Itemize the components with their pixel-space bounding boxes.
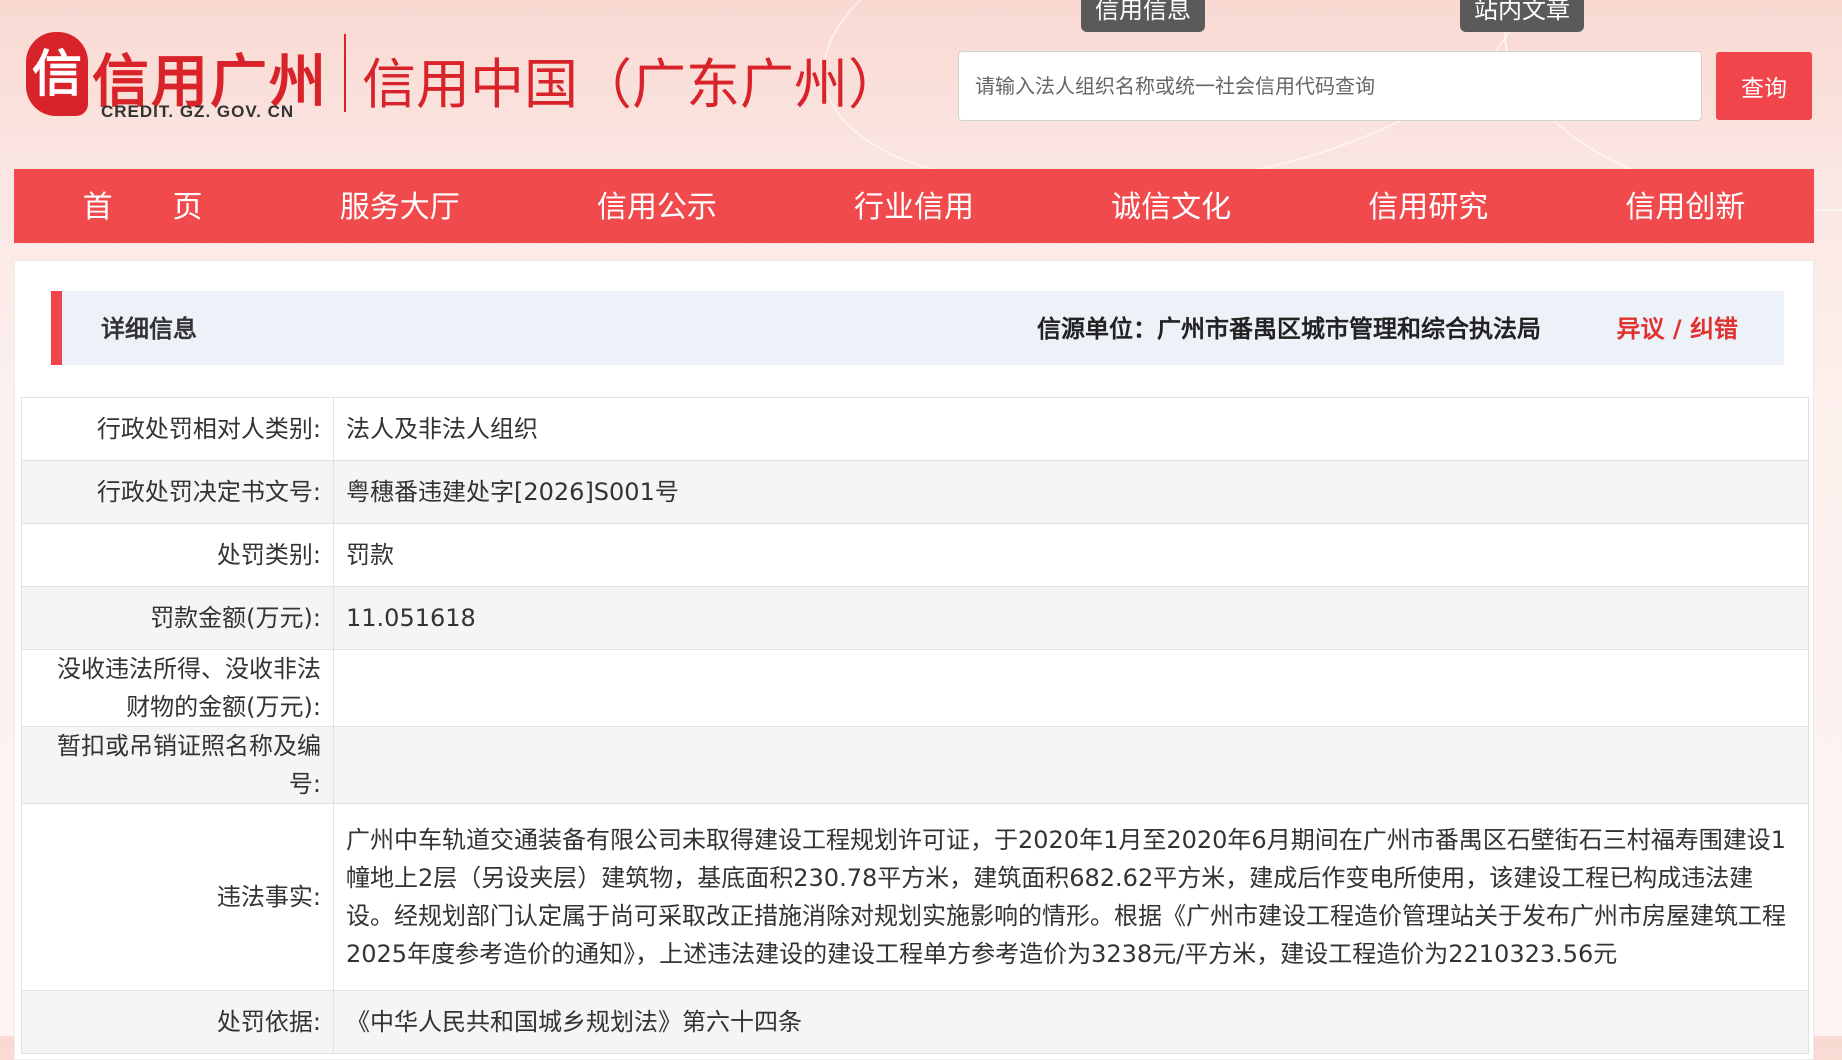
main-nav: 首 页 服务大厅 信用公示 行业信用 诚信文化 信用研究 信用创新	[14, 169, 1814, 243]
row-label: 违法事实:	[21, 803, 334, 991]
detail-table: 行政处罚相对人类别: 法人及非法人组织 行政处罚决定书文号: 粤穗番违建处字[2…	[21, 397, 1809, 1054]
row-label: 行政处罚相对人类别:	[21, 397, 334, 461]
table-row: 行政处罚决定书文号: 粤穗番违建处字[2026]S001号	[21, 460, 1809, 524]
nav-item-service-hall[interactable]: 服务大厅	[271, 169, 528, 243]
row-label: 处罚依据:	[21, 990, 334, 1054]
logo-seal-icon: 信	[26, 32, 88, 116]
row-label: 没收违法所得、没收非法财物的金额(万元):	[21, 649, 334, 727]
table-row: 罚款金额(万元): 11.051618	[21, 586, 1809, 650]
logo-domain: CREDIT. GZ. GOV. CN	[101, 102, 295, 121]
logo-subtitle: 信用中国（广东广州）	[362, 53, 902, 116]
table-row: 暂扣或吊销证照名称及编号:	[21, 726, 1809, 804]
tab-site-articles-label: 站内文章	[1474, 0, 1570, 24]
table-row: 没收违法所得、没收非法财物的金额(万元):	[21, 649, 1809, 727]
detail-header: 详细信息 信源单位：广州市番禺区城市管理和综合执法局 异议 / 纠错	[51, 291, 1784, 365]
search-input[interactable]	[959, 52, 1701, 120]
objection-link[interactable]: 异议 / 纠错	[1617, 291, 1738, 367]
row-value: 广州中车轨道交通装备有限公司未取得建设工程规划许可证，于2020年1月至2020…	[333, 803, 1809, 991]
row-label: 罚款金额(万元):	[21, 586, 334, 650]
site-logo[interactable]: 信 信用广州 CREDIT. GZ. GOV. CN 信用中国（广东广州）	[26, 26, 902, 121]
nav-item-credit-innovation[interactable]: 信用创新	[1557, 169, 1814, 243]
row-value: 罚款	[333, 523, 1809, 587]
search-box	[958, 51, 1702, 121]
nav-item-home[interactable]: 首 页	[14, 169, 271, 243]
nav-item-credit-research[interactable]: 信用研究	[1300, 169, 1557, 243]
table-row: 违法事实: 广州中车轨道交通装备有限公司未取得建设工程规划许可证，于2020年1…	[21, 803, 1809, 991]
table-row: 处罚类别: 罚款	[21, 523, 1809, 587]
logo-divider	[344, 34, 346, 112]
source-unit: 信源单位：广州市番禺区城市管理和综合执法局	[1037, 315, 1541, 343]
tab-site-articles[interactable]: 站内文章	[1460, 0, 1584, 32]
nav-item-integrity-culture[interactable]: 诚信文化	[1043, 169, 1300, 243]
row-value: 11.051618	[333, 586, 1809, 650]
row-value: 粤穗番违建处字[2026]S001号	[333, 460, 1809, 524]
row-value	[333, 726, 1809, 804]
table-row: 处罚依据: 《中华人民共和国城乡规划法》第六十四条	[21, 990, 1809, 1054]
detail-panel: 详细信息 信源单位：广州市番禺区城市管理和综合执法局 异议 / 纠错 行政处罚相…	[14, 260, 1814, 1060]
table-row: 行政处罚相对人类别: 法人及非法人组织	[21, 397, 1809, 461]
detail-accent-bar	[51, 291, 62, 365]
search-button[interactable]: 查询	[1716, 52, 1812, 120]
row-value: 法人及非法人组织	[333, 397, 1809, 461]
row-label: 行政处罚决定书文号:	[21, 460, 334, 524]
row-label: 处罚类别:	[21, 523, 334, 587]
row-value	[333, 649, 1809, 727]
row-label: 暂扣或吊销证照名称及编号:	[21, 726, 334, 804]
tab-credit-info-label: 信用信息	[1095, 0, 1191, 24]
nav-item-credit-publicity[interactable]: 信用公示	[528, 169, 785, 243]
nav-item-industry-credit[interactable]: 行业信用	[785, 169, 1042, 243]
row-value: 《中华人民共和国城乡规划法》第六十四条	[333, 990, 1809, 1054]
detail-title: 详细信息	[101, 315, 197, 343]
tab-credit-info[interactable]: 信用信息	[1081, 0, 1205, 32]
